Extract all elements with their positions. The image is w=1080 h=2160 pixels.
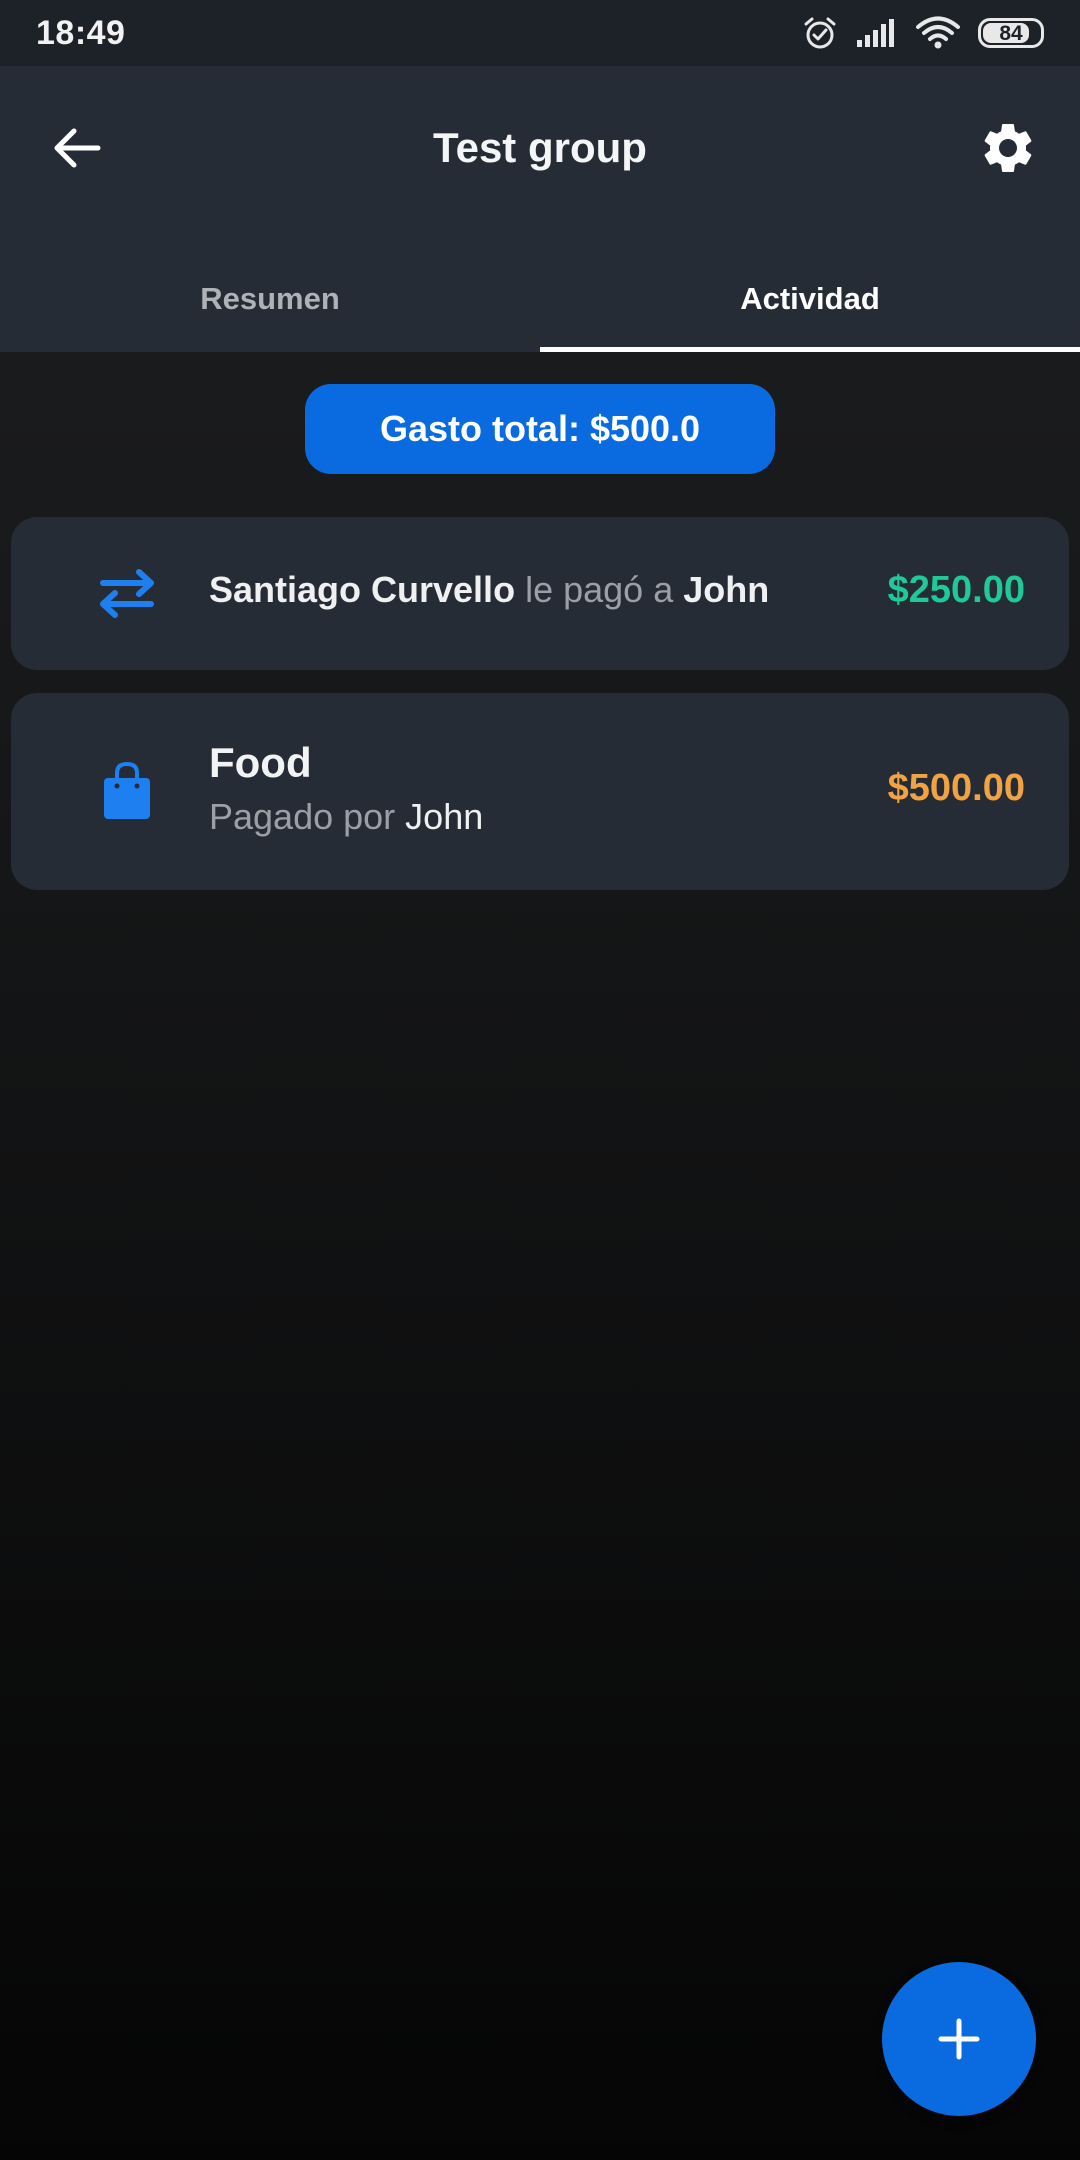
tab-label: Actividad — [740, 281, 880, 316]
expense-title: Food — [209, 739, 312, 786]
activity-item-payment[interactable]: Santiago Curvello le pagó a John $250.00 — [11, 517, 1069, 670]
app-bar: Test group Resumen Actividad — [0, 66, 1080, 352]
alarm-icon — [802, 15, 838, 51]
status-bar: 18:49 84 — [0, 0, 1080, 66]
expense-amount: $500.00 — [887, 767, 1025, 809]
add-expense-button[interactable] — [882, 1962, 1036, 2116]
plus-icon — [938, 2018, 980, 2060]
settings-button[interactable] — [970, 110, 1046, 186]
arrow-back-icon — [54, 128, 101, 168]
tab-label: Resumen — [200, 281, 340, 316]
shopping-bag-icon — [87, 751, 167, 831]
tab-actividad[interactable]: Actividad — [540, 246, 1080, 352]
status-time: 18:49 — [36, 13, 126, 52]
total-value: $500.0 — [589, 408, 701, 449]
status-icons: 84 — [802, 15, 1044, 51]
expense-payer: John — [405, 796, 484, 837]
payer-name: Santiago Curvello — [209, 569, 516, 610]
battery-level: 84 — [999, 21, 1023, 45]
wifi-icon — [916, 16, 960, 50]
battery-icon: 84 — [978, 18, 1044, 48]
payment-description: Santiago Curvello le pagó a John — [209, 569, 769, 611]
tab-bar: Resumen Actividad — [0, 246, 1080, 352]
back-button[interactable] — [40, 112, 112, 184]
page-title: Test group — [433, 124, 647, 171]
expense-paid-by: Pagado por John — [209, 793, 483, 841]
expense-description: Food Pagado por John — [209, 737, 483, 841]
payee-name: John — [683, 569, 770, 610]
signal-icon — [856, 18, 898, 48]
activity-item-expense[interactable]: Food Pagado por John $500.00 — [11, 693, 1069, 890]
total-label: Gasto total: — [379, 408, 580, 449]
active-tab-indicator — [540, 347, 1080, 352]
paid-by-label: Pagado por — [209, 796, 396, 837]
payment-amount: $250.00 — [887, 569, 1025, 611]
transfer-arrows-icon — [87, 553, 167, 633]
gear-icon — [984, 123, 1032, 172]
payment-connector: le pagó a — [525, 569, 674, 610]
total-expense-chip: Gasto total: $500.0 — [305, 384, 775, 474]
tab-resumen[interactable]: Resumen — [0, 246, 540, 352]
